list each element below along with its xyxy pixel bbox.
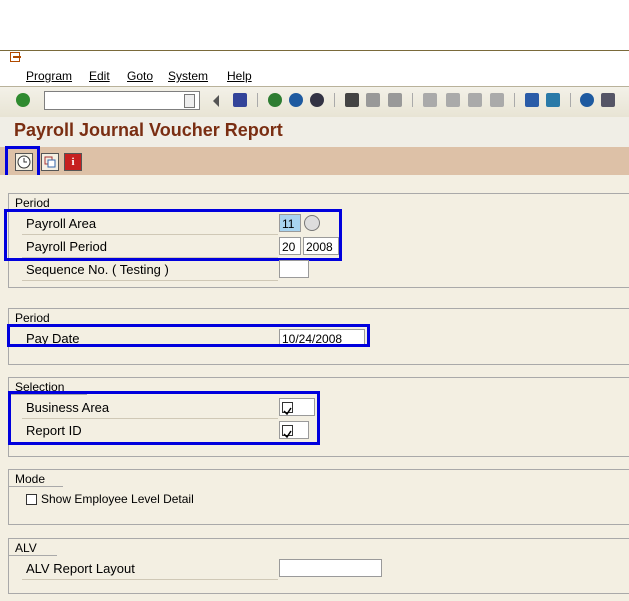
create-session-icon[interactable] (525, 93, 539, 107)
group-title: ALV (15, 541, 37, 555)
command-field[interactable] (44, 91, 200, 110)
back-icon[interactable] (268, 93, 282, 107)
layout-icon[interactable] (601, 93, 615, 107)
alv-layout-input[interactable] (279, 559, 382, 577)
execute-icon[interactable] (15, 153, 33, 171)
sequence-input[interactable] (279, 260, 309, 278)
menu-system[interactable]: System (168, 69, 208, 83)
payroll-highlight (4, 209, 342, 261)
help-icon[interactable] (580, 93, 594, 107)
shortcut-icon[interactable] (546, 93, 560, 107)
group-title: Mode (15, 472, 46, 486)
application-toolbar (0, 147, 629, 175)
menu-help[interactable]: Help (227, 69, 252, 83)
show-employee-label: Show Employee Level Detail (41, 492, 194, 506)
pay-date-highlight (7, 324, 370, 347)
prev-page-icon[interactable] (446, 93, 460, 107)
enter-icon[interactable] (16, 93, 30, 107)
alv-layout-label: ALV Report Layout (26, 561, 135, 576)
cancel-icon[interactable] (310, 93, 324, 107)
first-page-icon[interactable] (423, 93, 437, 107)
sequence-label: Sequence No. ( Testing ) (26, 262, 169, 277)
find-next-icon[interactable] (388, 93, 402, 107)
command-dropdown-icon[interactable] (184, 94, 195, 108)
get-variant-icon[interactable] (41, 153, 59, 171)
selection-highlight (8, 391, 320, 445)
next-page-icon[interactable] (468, 93, 482, 107)
menu-icon[interactable] (10, 52, 22, 64)
menu-program[interactable]: Program (26, 69, 72, 83)
group-title: Period (15, 196, 50, 210)
group-title: Period (15, 311, 50, 325)
save-icon[interactable] (233, 93, 247, 107)
menu-goto[interactable]: Goto (127, 69, 153, 83)
find-icon[interactable] (366, 93, 380, 107)
info-icon[interactable]: i (64, 153, 82, 171)
print-icon[interactable] (345, 93, 359, 107)
exit-icon[interactable] (289, 93, 303, 107)
menu-edit[interactable]: Edit (89, 69, 110, 83)
collapse-icon[interactable] (213, 95, 219, 107)
show-employee-checkbox[interactable] (26, 494, 37, 505)
page-title: Payroll Journal Voucher Report (14, 120, 283, 140)
last-page-icon[interactable] (490, 93, 504, 107)
